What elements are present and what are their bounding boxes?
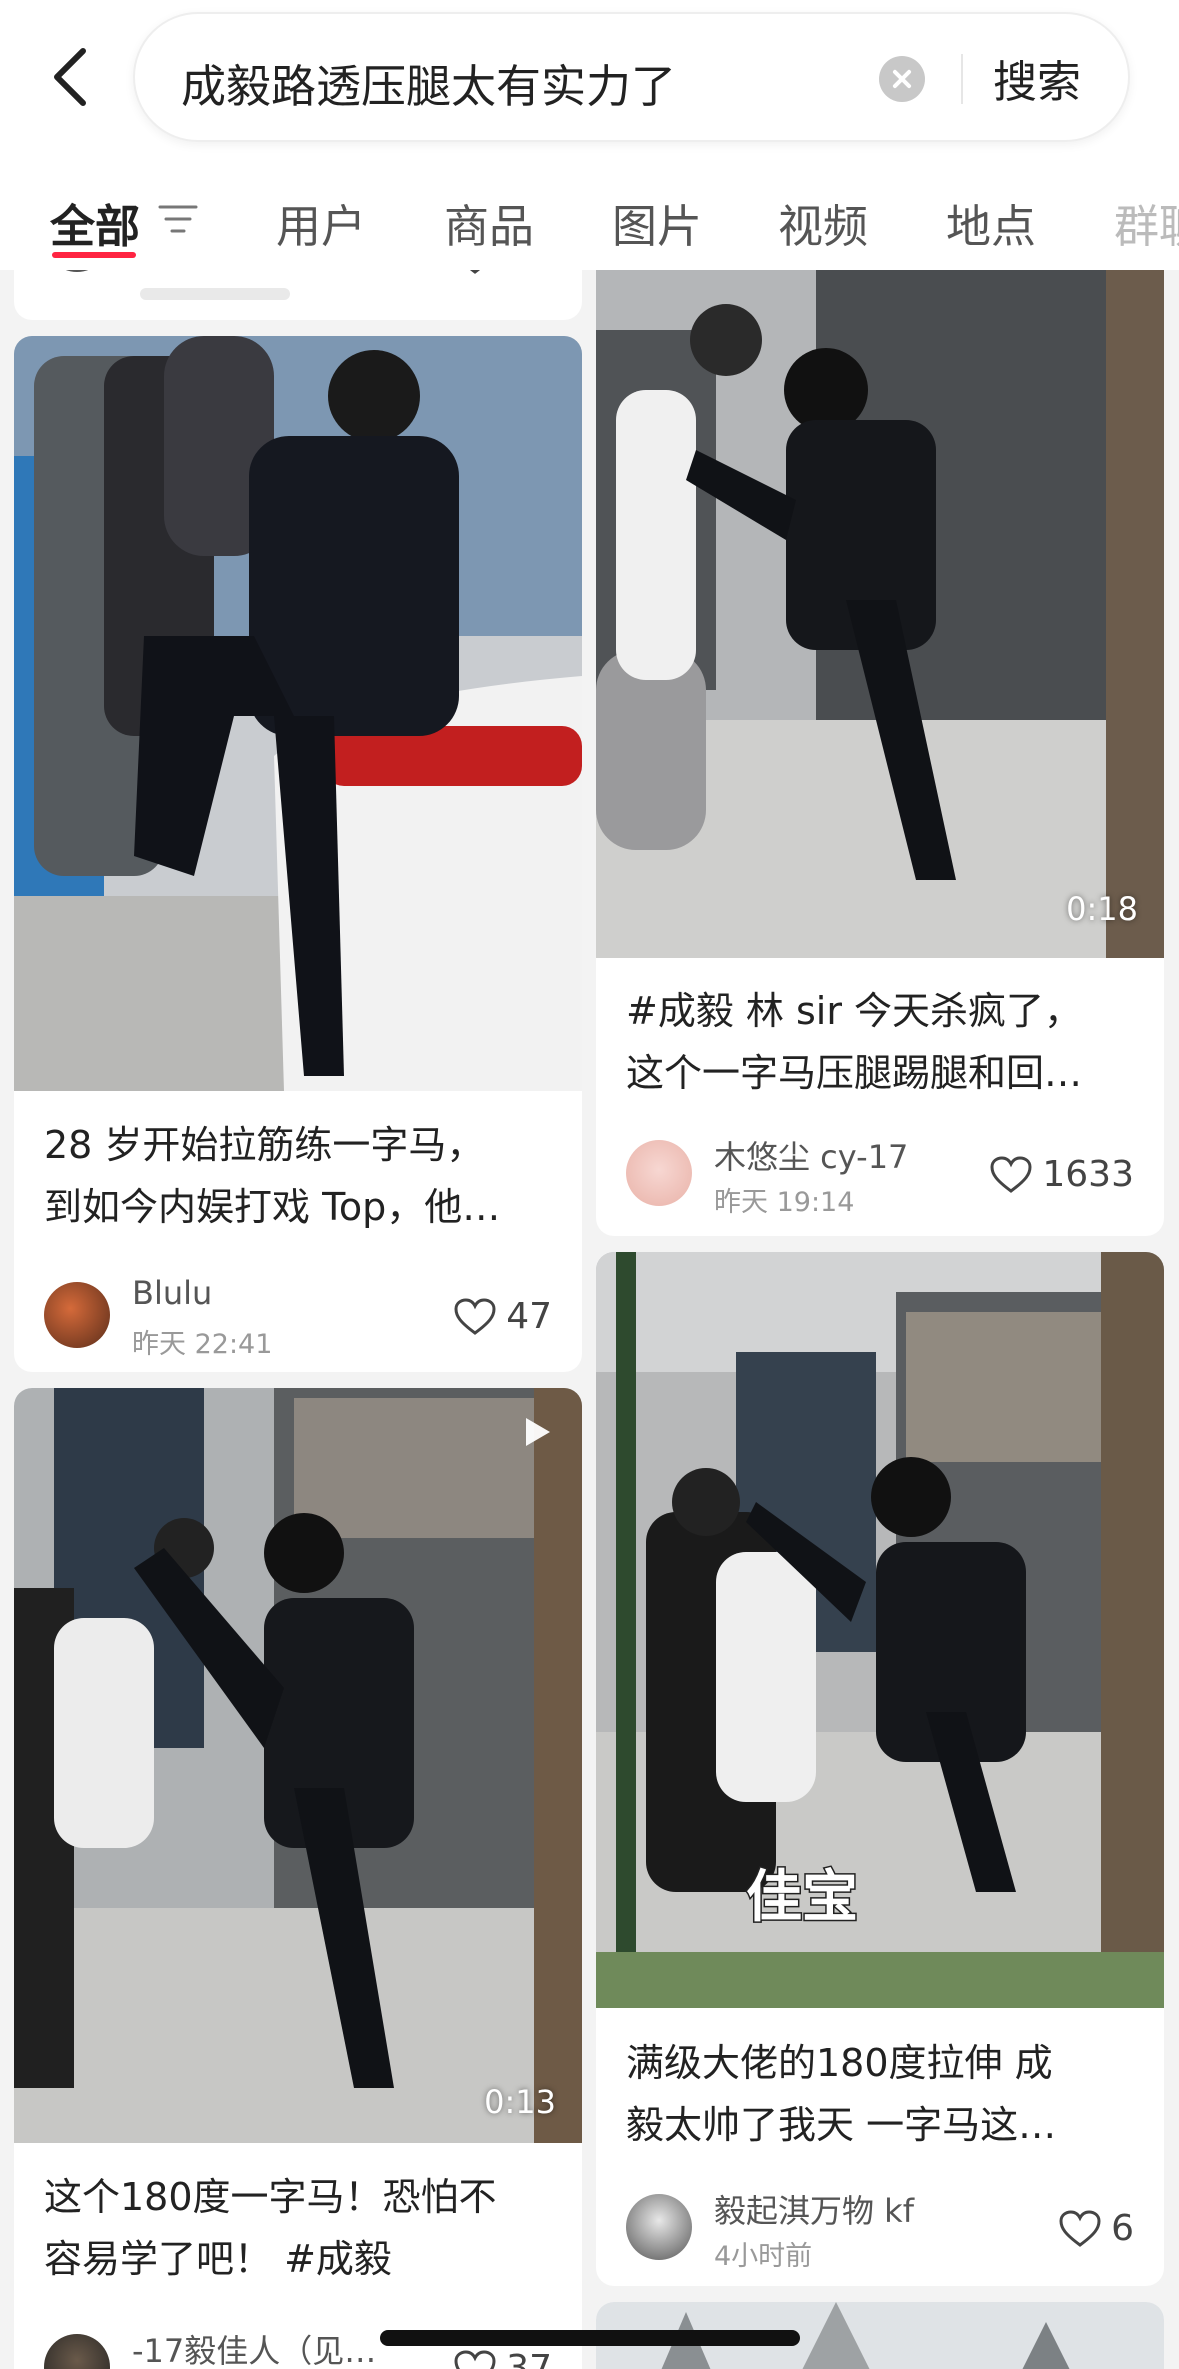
video-duration: 0:18 xyxy=(1066,890,1138,928)
post-photo xyxy=(14,336,582,1091)
post-title[interactable]: 这个180度一字马！恐怕不 容易学了吧！ #成毅 xyxy=(44,2166,564,2290)
post-time: 昨天 19:14 xyxy=(714,1187,855,1218)
avatar[interactable] xyxy=(626,2194,692,2260)
heart-outline-icon xyxy=(990,1155,1032,1193)
search-button[interactable]: 搜索 xyxy=(993,46,1081,110)
search-results-screen: 成毅路透压腿太有实力了 搜索 全部 用户 商品 图片 视频 地点 群聊 xyxy=(0,0,1179,2369)
like-button[interactable]: 1633 xyxy=(990,1154,1134,1195)
post-photo: 佳宝 xyxy=(596,1252,1164,2008)
post-title-line: 毅太帅了我天 一字马这… xyxy=(626,2103,1057,2147)
heart-outline-icon xyxy=(1059,2209,1101,2247)
post-title-line: 28 岁开始拉筋练一字马， xyxy=(44,1123,485,1167)
tab-users[interactable]: 用户 xyxy=(276,190,366,255)
like-button[interactable]: 6 xyxy=(1059,2208,1134,2249)
author-name[interactable]: Blulu xyxy=(132,1274,212,1312)
like-count-text: 1633 xyxy=(1042,1154,1134,1195)
post-title-line: 满级大佬的180度拉伸 成 xyxy=(626,2041,1053,2085)
like-button[interactable]: 47 xyxy=(454,1296,552,1337)
like-count-text: 6 xyxy=(1111,2208,1134,2249)
feed-card[interactable]: 0:18 #成毅 林 sir 今天杀疯了， 这个一字马压腿踢腿和回… 木悠尘 c… xyxy=(596,270,1164,1236)
tab-places[interactable]: 地点 xyxy=(946,190,1036,255)
like-count-text: 37 xyxy=(506,2348,552,2369)
search-query-text: 成毅路透压腿太有实力了 xyxy=(181,60,677,113)
chevron-left-icon[interactable] xyxy=(45,45,101,109)
post-title-line: 容易学了吧！ #成毅 xyxy=(44,2237,392,2281)
post-video-thumbnail: 0:13 xyxy=(14,1388,582,2143)
avatar[interactable] xyxy=(44,1282,110,1348)
search-divider xyxy=(961,54,963,104)
post-title[interactable]: 满级大佬的180度拉伸 成 毅太帅了我天 一字马这… xyxy=(626,2032,1146,2156)
tab-products[interactable]: 商品 xyxy=(444,190,534,255)
post-video-thumbnail: 0:18 xyxy=(596,270,1164,958)
like-count-text: 47 xyxy=(506,1296,552,1337)
tab-groups[interactable]: 群聊 xyxy=(1114,190,1179,255)
post-title-line: 这个180度一字马！恐怕不 xyxy=(44,2175,497,2219)
feed-card[interactable]: 28 岁开始拉筋练一字马， 到如今内娱打戏 Top，他… Blulu 昨天 22… xyxy=(14,336,582,1372)
post-time: 4小时前 xyxy=(714,2241,813,2272)
result-tabs: 全部 用户 商品 图片 视频 地点 群聊 xyxy=(0,180,1179,270)
post-title-line: 这个一字马压腿踢腿和回… xyxy=(626,1051,1083,1095)
search-input[interactable]: 成毅路透压腿太有实力了 搜索 xyxy=(133,12,1130,142)
post-title-line: #成毅 林 sir 今天杀疯了， xyxy=(626,989,1083,1033)
heart-outline-icon xyxy=(454,2349,496,2369)
active-tab-indicator xyxy=(52,252,136,258)
post-title-line: 到如今内娱打戏 Top，他… xyxy=(44,1185,501,1229)
feed-card[interactable]: 佳宝 满级大佬的180度拉伸 成 毅太帅了我天 一字马这… 毅起淇万物 kf 4… xyxy=(596,1252,1164,2286)
post-title[interactable]: 28 岁开始拉筋练一字马， 到如今内娱打戏 Top，他… xyxy=(44,1114,564,1238)
search-header: 成毅路透压腿太有实力了 搜索 全部 用户 商品 图片 视频 地点 群聊 xyxy=(0,0,1179,270)
author-name[interactable]: -17毅佳人（见… xyxy=(132,2326,376,2369)
like-button[interactable]: 37 xyxy=(454,2348,552,2369)
author-name[interactable]: 木悠尘 cy-17 xyxy=(714,1132,908,1178)
video-overlay-caption: 佳宝 xyxy=(745,1864,860,1932)
tab-videos[interactable]: 视频 xyxy=(778,190,868,255)
tab-images[interactable]: 图片 xyxy=(612,190,702,255)
clear-circle-icon[interactable] xyxy=(879,56,925,102)
home-indicator[interactable] xyxy=(380,2330,800,2346)
play-icon xyxy=(526,1418,550,1446)
filter-icon[interactable] xyxy=(158,202,198,236)
feed-card[interactable]: 0:13 这个180度一字马！恐怕不 容易学了吧！ #成毅 -17毅佳人（见… … xyxy=(14,1388,582,2369)
author-name[interactable]: 毅起淇万物 kf xyxy=(714,2186,914,2232)
avatar[interactable] xyxy=(626,1140,692,1206)
tab-all[interactable]: 全部 xyxy=(50,190,140,255)
post-title[interactable]: #成毅 林 sir 今天杀疯了， 这个一字马压腿踢腿和回… xyxy=(626,980,1146,1104)
heart-outline-icon xyxy=(454,1297,496,1335)
video-duration: 0:13 xyxy=(484,2083,556,2121)
author-placeholder xyxy=(140,288,290,300)
post-time: 昨天 22:41 xyxy=(132,1329,273,1360)
avatar[interactable] xyxy=(44,2334,110,2369)
